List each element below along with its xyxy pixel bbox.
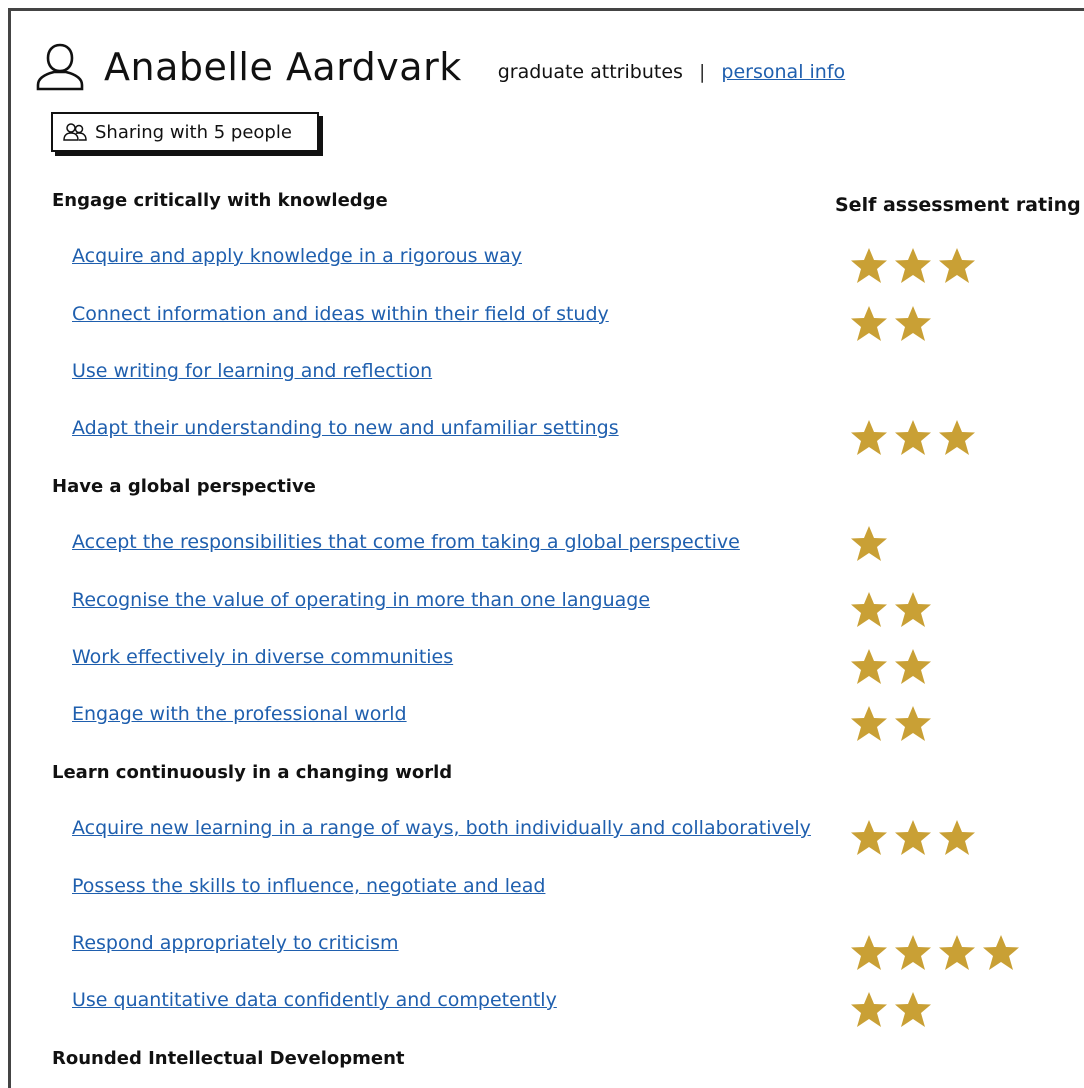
attribute-link[interactable]: Acquire and apply knowledge in a rigorou… — [72, 245, 522, 267]
star-icon — [851, 820, 887, 855]
user-name: Anabelle Aardvark — [104, 45, 462, 89]
star-icon — [895, 592, 931, 627]
attribute-link[interactable]: Connect information and ideas within the… — [72, 303, 609, 325]
star-icon — [895, 420, 931, 455]
star-rating — [848, 304, 936, 344]
attribute-link[interactable]: Engage with the professional world — [72, 703, 407, 725]
section-title: Rounded Intellectual Development — [52, 1048, 405, 1069]
sharing-button[interactable]: Sharing with 5 people — [51, 112, 319, 152]
nav-graduate-attributes: graduate attributes — [497, 61, 683, 83]
star-icon — [851, 706, 887, 741]
attribute-link[interactable]: Use writing for learning and reflection — [72, 360, 432, 382]
section-title: Have a global perspective — [52, 476, 316, 497]
star-icon — [895, 306, 931, 341]
star-icon — [851, 935, 887, 970]
attribute-link[interactable]: Accept the responsibilities that come fr… — [72, 531, 740, 553]
star-icon — [939, 420, 975, 455]
attribute-link[interactable]: Respond appropriately to criticism — [72, 932, 399, 954]
star-rating — [848, 647, 936, 687]
star-rating — [848, 818, 980, 858]
sharing-button-label: Sharing with 5 people — [95, 121, 292, 143]
star-icon — [895, 248, 931, 283]
star-rating — [848, 246, 980, 286]
star-icon — [851, 248, 887, 283]
rating-column-header: Self assessment rating — [835, 194, 1081, 216]
star-icon — [983, 935, 1019, 970]
star-icon — [851, 649, 887, 684]
profile-header: Anabelle Aardvark graduate attributes | … — [34, 38, 845, 96]
star-icon — [851, 306, 887, 341]
attribute-link[interactable]: Work effectively in diverse communities — [72, 646, 453, 668]
star-icon — [895, 649, 931, 684]
star-rating — [848, 990, 936, 1030]
star-icon — [895, 706, 931, 741]
attribute-link[interactable]: Acquire new learning in a range of ways,… — [72, 817, 811, 839]
star-icon — [851, 420, 887, 455]
star-icon — [939, 820, 975, 855]
star-icon — [895, 820, 931, 855]
attribute-link[interactable]: Adapt their understanding to new and unf… — [72, 417, 619, 439]
star-icon — [939, 248, 975, 283]
star-icon — [895, 935, 931, 970]
star-icon — [851, 592, 887, 627]
attribute-link[interactable]: Use quantitative data confidently and co… — [72, 989, 557, 1011]
star-rating — [848, 524, 892, 564]
profile-nav: graduate attributes | personal info — [498, 61, 845, 83]
user-icon — [36, 43, 84, 91]
star-rating — [848, 590, 936, 630]
star-rating — [848, 418, 980, 458]
nav-separator: | — [698, 61, 706, 83]
section-title: Learn continuously in a changing world — [52, 762, 453, 783]
nav-personal-info-link[interactable]: personal info — [721, 61, 845, 83]
star-icon — [851, 526, 887, 561]
star-icon — [851, 992, 887, 1027]
people-icon — [63, 123, 87, 141]
attribute-link[interactable]: Possess the skills to influence, negotia… — [72, 875, 545, 897]
attribute-link[interactable]: Recognise the value of operating in more… — [72, 589, 650, 611]
star-icon — [895, 992, 931, 1027]
star-rating — [848, 933, 1024, 973]
star-icon — [939, 935, 975, 970]
section-title: Engage critically with knowledge — [52, 190, 388, 211]
star-rating — [848, 704, 936, 744]
